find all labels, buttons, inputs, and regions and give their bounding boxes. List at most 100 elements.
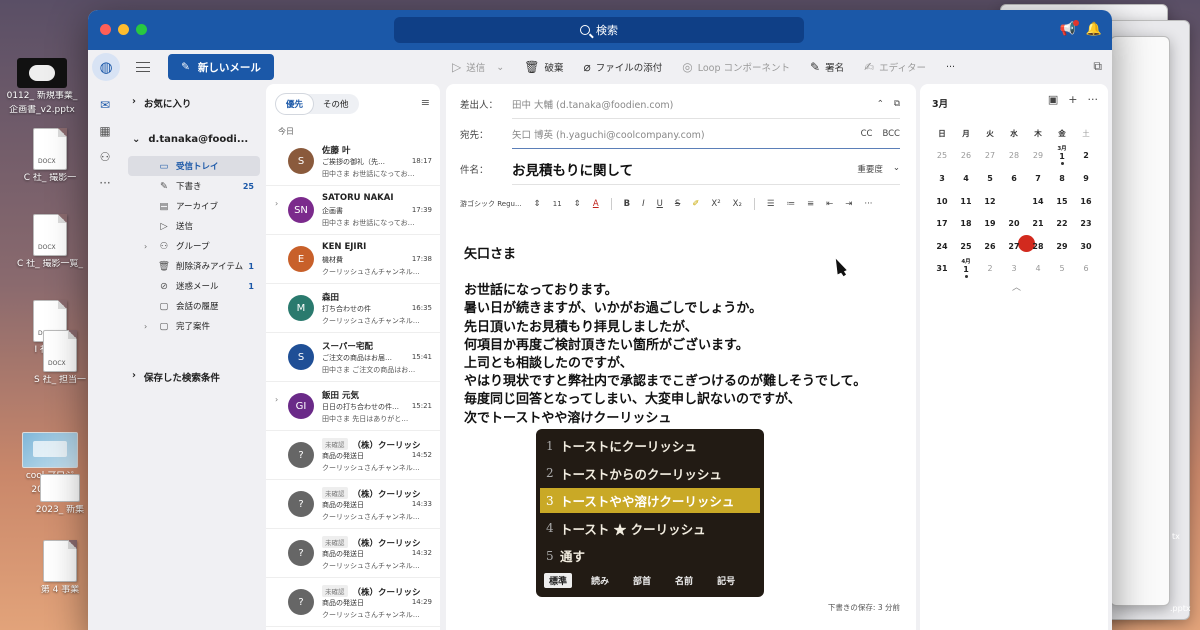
desktop-file[interactable]: DOCX C 社_ 撮影一覧_ <box>10 214 90 270</box>
bcc-button[interactable]: BCC <box>882 129 900 139</box>
folder-item[interactable]: ⊘ 迷惑メール 1 <box>128 276 260 296</box>
calendar-day[interactable]: 17 <box>930 219 954 228</box>
calendar-day[interactable]: 29 <box>1026 151 1050 160</box>
folder-item[interactable]: › ⚇ グループ <box>128 236 260 256</box>
editor-button[interactable]: ✍ エディター <box>864 60 926 74</box>
calendar-day[interactable]: 3 <box>930 174 954 183</box>
italic-icon[interactable]: I <box>642 199 645 209</box>
calendar-day[interactable]: 4 <box>954 174 978 183</box>
folder-item[interactable]: › ▢ 完了案件 <box>128 316 260 336</box>
calendar-day[interactable]: 4 <box>1026 264 1050 273</box>
message-item[interactable]: M 森田 打ち合わせの件 16:35 クーリッシュさんチャンネル… <box>266 285 440 333</box>
calendar-day[interactable]: 10 <box>930 197 954 206</box>
calendar-day[interactable]: 23 <box>1074 219 1098 228</box>
calendar-day[interactable]: 6 <box>1002 174 1026 183</box>
font-name-select[interactable]: 游ゴシック Regu... <box>460 199 522 209</box>
tab-focused[interactable]: 優先 <box>276 94 314 114</box>
ime-candidate[interactable]: 2 トーストからのクーリッシュ <box>540 461 760 486</box>
message-item[interactable]: › SN SATORU NAKAI 企画書 17:39 田中さま お世話になってお… <box>266 187 440 235</box>
chevron-down-icon[interactable]: ⌄ <box>496 62 504 73</box>
calendar-day[interactable]: 24 <box>930 242 954 251</box>
importance-dropdown[interactable]: 重要度 ⌄ <box>857 163 900 175</box>
close-button[interactable] <box>100 24 111 35</box>
calendar-day[interactable]: 3月 1 <box>1050 146 1074 166</box>
calendar-day[interactable]: 26 <box>954 151 978 160</box>
loop-button[interactable]: ◎ Loop コンポーネント <box>682 60 790 74</box>
folder-item[interactable]: ▢ 会話の履歴 <box>128 296 260 316</box>
add-event-icon[interactable]: + <box>1068 93 1077 106</box>
folder-item[interactable]: ▷ 送信 <box>128 216 260 236</box>
from-field[interactable]: 田中 大輔 (d.tanaka@foodien.com) <box>512 97 877 111</box>
calendar-day[interactable]: 19 <box>978 219 1002 228</box>
new-mail-button[interactable]: ✎ 新しいメール <box>168 54 274 80</box>
people-icon[interactable]: ⚇ <box>100 150 111 164</box>
ime-candidate[interactable]: 1 トーストにクーリッシュ <box>540 433 760 458</box>
message-item[interactable]: ? 未確認 （株）クーリッシ 商品の発送日 14:29 クーリッシュさんチャンネル… <box>266 579 440 627</box>
superscript-icon[interactable]: X² <box>711 199 720 209</box>
calendar-day[interactable]: 22 <box>1050 219 1074 228</box>
calendar-day[interactable]: 4月 1 <box>954 259 978 279</box>
calendar-day[interactable]: 30 <box>1074 242 1098 251</box>
chevron-right-icon[interactable]: › <box>144 322 147 331</box>
calendar-day[interactable]: 28 <box>1002 151 1026 160</box>
calendar-day[interactable]: 26 <box>978 242 1002 251</box>
calendar-day[interactable]: 15 <box>1050 197 1074 206</box>
highlight-icon[interactable]: ✐ <box>692 199 699 209</box>
bold-icon[interactable]: B <box>624 199 630 209</box>
more-apps-icon[interactable]: ··· <box>99 176 110 190</box>
more-button[interactable]: ··· <box>946 62 955 73</box>
subject-field[interactable]: お見積もりに関して <box>512 159 857 179</box>
desktop-file[interactable]: 0112_ 新規事業_ 企画書_v2.pptx <box>2 58 82 116</box>
ime-mode-tab[interactable]: 標準 <box>544 573 573 588</box>
ime-mode-tab[interactable]: 部首 <box>628 573 656 588</box>
calendar-day[interactable]: 12 <box>978 197 1002 206</box>
calendar-day[interactable]: 8 <box>1050 174 1074 183</box>
popout-icon[interactable]: ⧉ <box>894 99 900 109</box>
calendar-day[interactable]: 2 <box>1074 151 1098 160</box>
minimize-button[interactable] <box>118 24 129 35</box>
ime-mode-tab[interactable]: 記号 <box>712 573 740 588</box>
ime-mode-tab[interactable]: 読み <box>586 573 614 588</box>
message-item[interactable]: ? 未確認 （株）クーリッシ 商品の発送日 14:33 クーリッシュさんチャンネル… <box>266 481 440 529</box>
filter-icon[interactable]: ≡ <box>421 96 430 109</box>
tab-other[interactable]: その他 <box>313 94 359 114</box>
search-box[interactable]: 検索 <box>394 17 804 43</box>
calendar-day[interactable]: 27 <box>978 151 1002 160</box>
message-body[interactable]: 矢口さま お世話になっております。 暑い日が続きますが、いかがお過ごしでしょうか。先… <box>464 246 866 428</box>
calendar-day[interactable]: 3 <box>1002 264 1026 273</box>
calendar-today-icon[interactable]: ▣ <box>1048 93 1058 106</box>
calendar-day[interactable]: 5 <box>978 174 1002 183</box>
calendar-day[interactable]: 11 <box>954 197 978 206</box>
calendar-day[interactable]: 6 <box>1074 264 1098 273</box>
folder-item[interactable]: 🗑 削除済みアイテム 1 <box>128 256 260 276</box>
calendar-day[interactable]: 27 <box>1002 242 1026 251</box>
calendar-day[interactable]: 21 <box>1026 219 1050 228</box>
pen-button[interactable]: ✎ 署名 <box>810 60 844 74</box>
saved-searches-header[interactable]: › 保存した検索条件 <box>132 370 220 384</box>
mail-icon[interactable]: ✉ <box>100 98 110 112</box>
chevron-right-icon[interactable]: › <box>275 395 278 404</box>
calendar-day[interactable]: 28 <box>1026 242 1050 251</box>
strikethrough-icon[interactable]: S <box>675 199 680 209</box>
font-size-select[interactable]: 11 <box>553 200 562 208</box>
desktop-file[interactable]: DOCX C 社_ 撮影一 <box>10 128 90 184</box>
more-icon[interactable]: ··· <box>1088 93 1099 106</box>
chevron-up-icon[interactable]: ︿ <box>1012 280 1021 293</box>
calendar-app-icon[interactable]: ▦ <box>99 124 110 138</box>
calendar-day[interactable]: 25 <box>954 242 978 251</box>
calendar-day[interactable]: 2 <box>978 264 1002 273</box>
bullets-icon[interactable]: ☰ <box>767 199 775 209</box>
chevron-right-icon[interactable]: › <box>144 242 147 251</box>
align-icon[interactable]: ≡ <box>807 199 814 209</box>
to-field[interactable]: 矢口 博英 (h.yaguchi@coolcompany.com) <box>512 127 861 141</box>
calendar-day[interactable]: 31 <box>930 264 954 273</box>
calendar-day[interactable]: 5 <box>1050 264 1074 273</box>
font-color-icon[interactable]: A <box>593 199 599 209</box>
megaphone-icon[interactable]: 📢 <box>1060 20 1080 37</box>
more-icon[interactable]: ··· <box>864 199 872 209</box>
globe-icon[interactable]: ◍ <box>92 53 120 81</box>
zoom-button[interactable] <box>136 24 147 35</box>
folder-item[interactable]: ▭ 受信トレイ <box>128 156 260 176</box>
calendar-day[interactable]: 20 <box>1002 219 1026 228</box>
cc-button[interactable]: CC <box>861 129 873 139</box>
